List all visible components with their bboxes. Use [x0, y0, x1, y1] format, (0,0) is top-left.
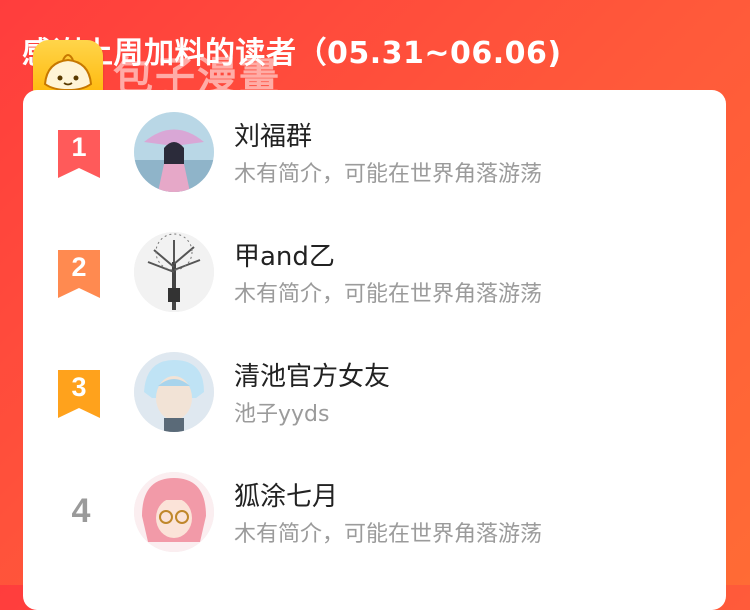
reader-name: 狐涂七月 [234, 482, 339, 512]
rank-badge-3: 3 [58, 370, 100, 418]
list-item[interactable]: 2 甲and乙 木有简介，可能在世界角落游荡 [23, 232, 726, 342]
reader-name: 清池官方女友 [234, 362, 391, 392]
list-item[interactable]: 3 清池官方女友 池子yyds [23, 352, 726, 462]
list-item[interactable]: 1 刘福群 木有简介，可能在世界角落游荡 [23, 112, 726, 222]
rank-badge-2: 2 [58, 250, 100, 298]
reader-name: 甲and乙 [234, 242, 335, 272]
avatar[interactable] [134, 352, 214, 432]
rank-number: 3 [71, 372, 87, 402]
avatar[interactable] [134, 232, 214, 312]
reader-list-card: 1 刘福群 木有简介，可能在世界角落游荡 2 甲and乙 木有简介，可能在世界角… [23, 90, 726, 610]
avatar[interactable] [134, 112, 214, 192]
reader-bio: 木有简介，可能在世界角落游荡 [234, 282, 543, 307]
reader-bio: 木有简介，可能在世界角落游荡 [234, 162, 543, 187]
reader-name: 刘福群 [234, 122, 313, 152]
rank-number: 1 [71, 132, 87, 162]
rank-number: 4 [71, 492, 91, 530]
list-item[interactable]: 4 狐涂七月 木有简介，可能在世界角落游荡 [23, 472, 726, 582]
avatar[interactable] [134, 472, 214, 552]
rank-number: 2 [71, 252, 87, 282]
rank-badge-1: 1 [58, 130, 100, 178]
reader-bio: 木有简介，可能在世界角落游荡 [234, 522, 543, 547]
reader-bio: 池子yyds [234, 402, 330, 427]
